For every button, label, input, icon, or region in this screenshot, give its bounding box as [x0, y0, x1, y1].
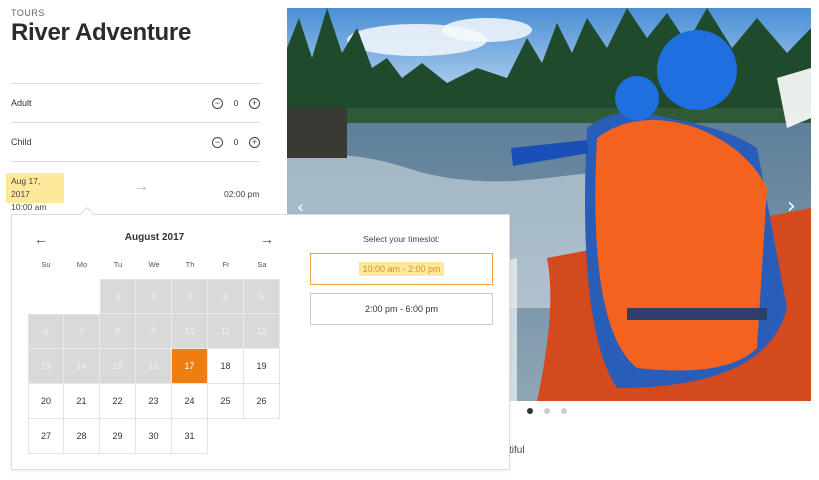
calendar-day-disabled: 13: [28, 349, 64, 384]
calendar-day-disabled: 10: [172, 314, 208, 349]
calendar-empty-cell: [244, 419, 280, 454]
timeslot-option[interactable]: 2:00 pm - 6:00 pm: [310, 293, 493, 325]
popup-caret: [79, 206, 95, 222]
weekday-header: Su Mo Tu We Th Fr Sa: [28, 260, 280, 269]
calendar-day-disabled: 8: [100, 314, 136, 349]
adult-quantity-row: Adult − 0 +: [11, 84, 260, 122]
calendar-day[interactable]: 27: [28, 419, 64, 454]
arrow-right-icon: →: [133, 178, 149, 195]
calendar-week: 12345: [28, 279, 281, 314]
date-picker-popup: ← → August 2017 Su Mo Tu We Th Fr Sa 123…: [11, 206, 510, 470]
calendar-day[interactable]: 18: [208, 349, 244, 384]
calendar-day-disabled: 14: [64, 349, 100, 384]
calendar-day-disabled: 11: [208, 314, 244, 349]
calendar-day-disabled: 1: [100, 279, 136, 314]
tour-category: TOURS: [11, 8, 45, 18]
start-date-field[interactable]: Aug 17, 2017 10:00 am: [6, 173, 64, 212]
calendar-day-disabled: 15: [100, 349, 136, 384]
calendar-day-disabled: 5: [244, 279, 280, 314]
calendar-day[interactable]: 25: [208, 384, 244, 419]
weekday-label: Fr: [222, 260, 230, 269]
calendar-week: 6 7 8 9 10 11 12: [28, 314, 281, 349]
weekday-label: Mo: [76, 260, 88, 269]
calendar-day-disabled: 7: [64, 314, 100, 349]
weekday-label: Tu: [113, 260, 123, 269]
weekday-label: We: [148, 260, 160, 269]
carousel-dots: [527, 408, 567, 414]
calendar-day[interactable]: 24: [172, 384, 208, 419]
calendar-week: 20 21 22 23 24 25 26: [28, 384, 281, 419]
minus-icon[interactable]: −: [212, 136, 223, 148]
calendar-day[interactable]: 30: [136, 419, 172, 454]
calendar-day[interactable]: 23: [136, 384, 172, 419]
calendar-day-disabled: 3: [172, 279, 208, 314]
calendar-day-disabled: 6: [28, 314, 64, 349]
calendar-day-disabled: 16: [136, 349, 172, 384]
start-date: Aug 17, 2017: [11, 176, 41, 199]
minus-icon[interactable]: −: [212, 97, 223, 109]
calendar-grid: 1 2 3 4 5 6 7 8 9 10 11 12 13 14 15 16 17 18 19 20 21 22 23 24 2…: [28, 279, 281, 454]
calendar-day[interactable]: 21: [64, 384, 100, 419]
weekday-label: Sa: [257, 260, 267, 269]
timeslot-label: Select your timeslot:: [363, 234, 440, 244]
divider: [11, 161, 260, 162]
child-label: Child: [11, 137, 32, 147]
adult-label: Adult: [11, 98, 32, 108]
plus-icon[interactable]: +: [249, 136, 260, 148]
start-time: 10:00 am: [11, 202, 47, 212]
child-quantity-row: Child − 0 +: [11, 123, 260, 161]
calendar-day[interactable]: 19: [244, 349, 280, 384]
calendar-empty-cell: [208, 419, 244, 454]
carousel-next-icon[interactable]: ›: [787, 194, 796, 219]
calendar-day[interactable]: 22: [100, 384, 136, 419]
calendar-day[interactable]: 29: [100, 419, 136, 454]
calendar-week: 13 14 15 16 17 18 19: [28, 349, 281, 384]
timeslot-text: 10:00 am - 2:00 pm: [359, 262, 444, 276]
calendar-day-disabled: 9: [136, 314, 172, 349]
calendar-day-disabled: 2: [136, 279, 172, 314]
calendar-day-selected[interactable]: 17: [172, 349, 208, 384]
plus-icon[interactable]: +: [249, 97, 260, 109]
carousel-dot[interactable]: [527, 408, 533, 414]
calendar-day-disabled: 12: [244, 314, 280, 349]
child-count: 0: [233, 137, 239, 147]
end-time-field[interactable]: 02:00 pm: [224, 189, 259, 199]
month-title: August 2017: [124, 232, 185, 243]
calendar-day[interactable]: 26: [244, 384, 280, 419]
calendar-day-disabled: 4: [208, 279, 244, 314]
timeslot-option[interactable]: 10:00 am - 2:00 pm: [310, 253, 493, 285]
carousel-dot[interactable]: [544, 408, 550, 414]
adult-count: 0: [233, 98, 239, 108]
calendar-day[interactable]: 31: [172, 419, 208, 454]
description-text: tiful: [509, 445, 525, 456]
weekday-label: Th: [185, 260, 195, 269]
calendar-day[interactable]: 28: [64, 419, 100, 454]
weekday-label: Su: [41, 260, 51, 269]
calendar-empty-cell: [64, 279, 100, 314]
carousel-dot[interactable]: [561, 408, 567, 414]
calendar-empty-cell: [28, 279, 64, 314]
calendar-day[interactable]: 20: [28, 384, 64, 419]
timeslot-text: 2:00 pm - 6:00 pm: [364, 304, 439, 314]
page-title: River Adventure: [11, 19, 192, 46]
calendar-week: 27 28 29 30 31: [28, 419, 281, 454]
